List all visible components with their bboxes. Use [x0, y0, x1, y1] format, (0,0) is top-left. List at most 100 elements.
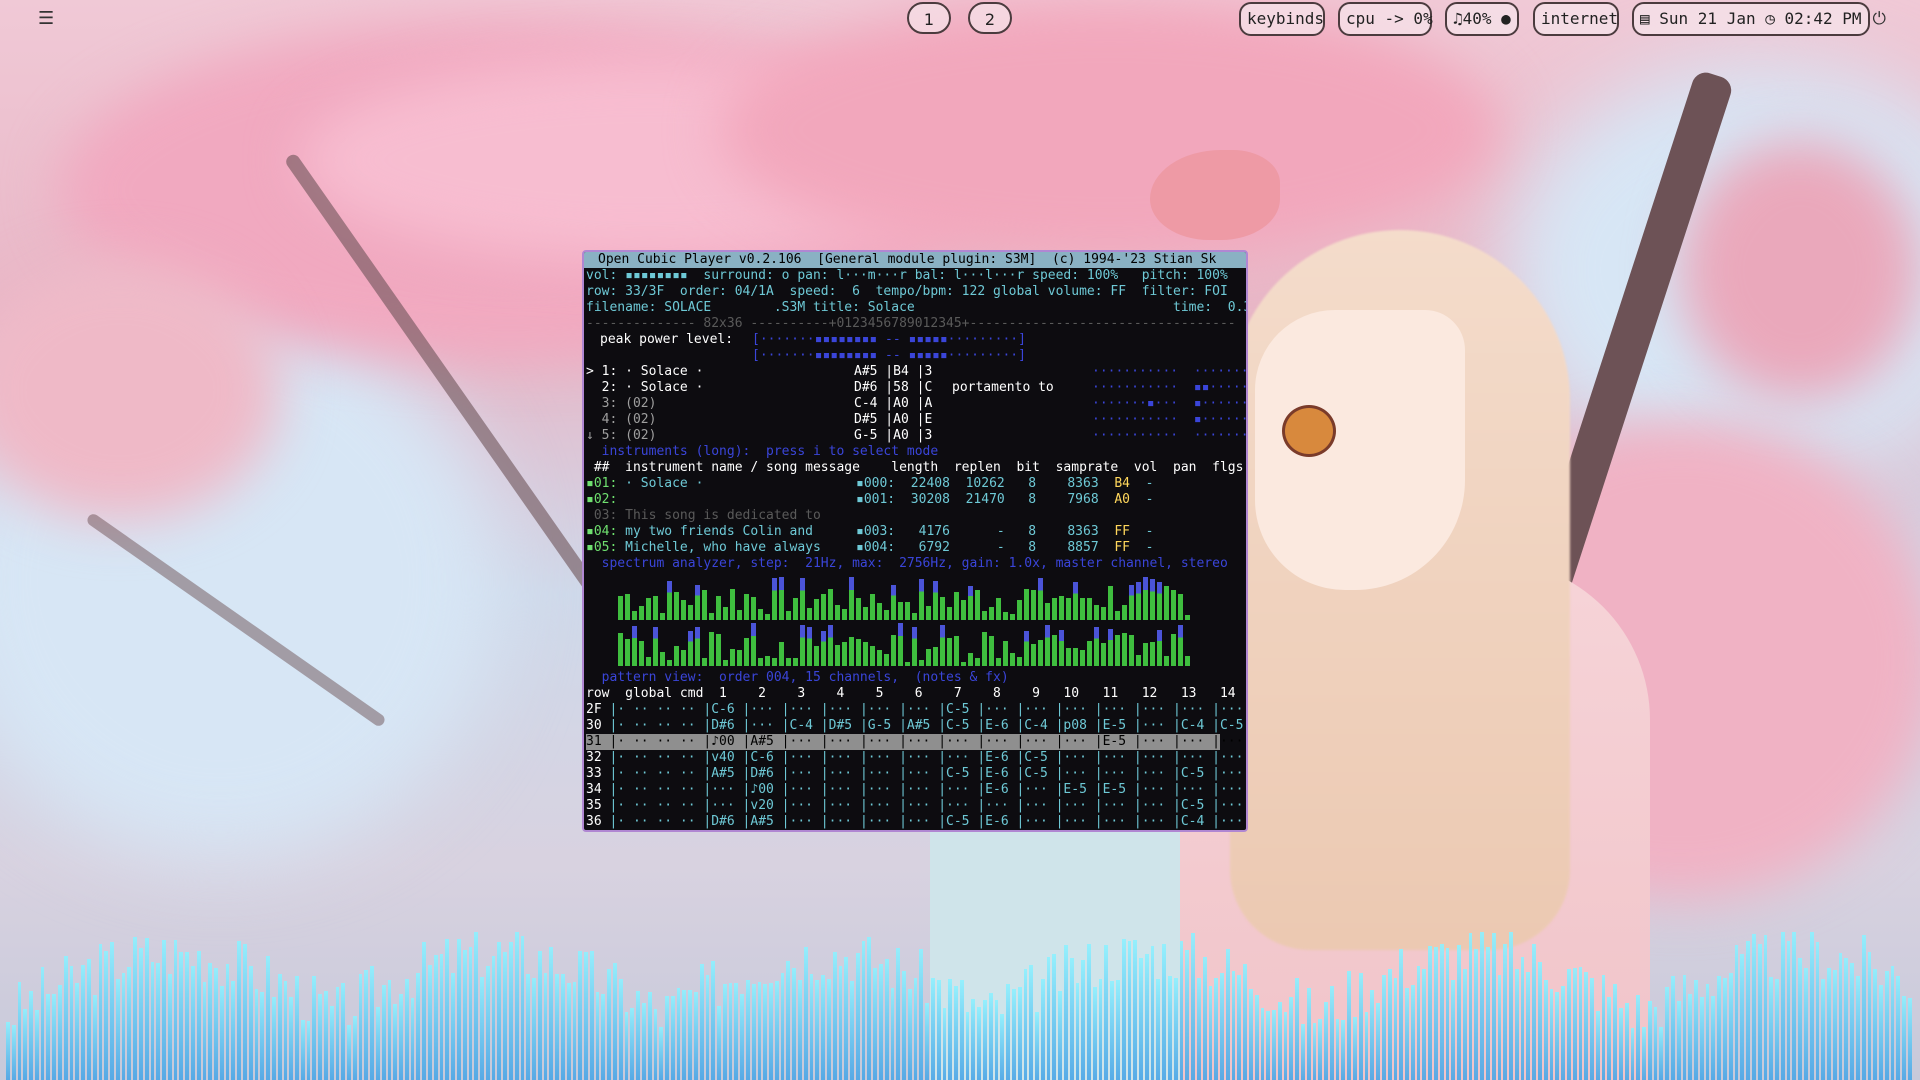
- spectrum-bar: [1150, 642, 1155, 666]
- instrument-row[interactable]: ▪05: Michelle, who have always: [586, 540, 821, 556]
- visualizer-bar: [919, 948, 924, 1080]
- visualizer-bar: [40, 967, 45, 1080]
- spectrum-bar: [1129, 635, 1134, 666]
- visualizer-bar: [994, 999, 999, 1080]
- visualizer-bar: [1601, 974, 1606, 1080]
- pattern-row[interactable]: 32 |· ·· ·· ·· |v40 |C-6 |··· |··· |··· …: [586, 750, 1246, 766]
- spectrum-bar: [1066, 598, 1071, 620]
- visualizer-bar: [1509, 932, 1513, 1080]
- spectrum-bar: [737, 609, 742, 620]
- visualizer-bar: [167, 974, 172, 1080]
- channel-row[interactable]: > 1: · Solace ·: [586, 364, 703, 380]
- spectrum-bar: [926, 606, 931, 620]
- spectrum-bar: [786, 657, 791, 666]
- visualizer-bar: [578, 950, 583, 1080]
- visualizer-bar: [11, 1024, 16, 1080]
- visualizer-bar: [1665, 986, 1669, 1080]
- visualizer-bar: [1260, 1007, 1265, 1080]
- pattern-row[interactable]: 33 |· ·· ·· ·· |A#5 |D#6 |··· |··· |··· …: [586, 766, 1246, 782]
- visualizer-bar: [1844, 958, 1849, 1080]
- visualizer-bar: [1856, 975, 1860, 1080]
- hamburger-menu-icon[interactable]: ☰: [38, 8, 54, 29]
- visualizer-bar: [289, 997, 294, 1080]
- channel-row[interactable]: 2: · Solace ·: [586, 380, 704, 396]
- instrument-row[interactable]: ▪04: my two friends Colin and: [586, 524, 813, 540]
- spectrum-bar: [828, 625, 833, 666]
- visualizer-bar: [1370, 989, 1375, 1080]
- spectrum-bar: [842, 641, 847, 666]
- spectrum-bar: [996, 598, 1001, 620]
- network-indicator[interactable]: internet: [1533, 2, 1619, 36]
- spectrum-bar: [1129, 585, 1134, 620]
- visualizer-bar: [318, 994, 322, 1080]
- visualizer-bar: [1555, 992, 1560, 1080]
- visualizer-bar: [1642, 1026, 1646, 1080]
- spectrum-bar: [1164, 586, 1169, 620]
- spectrum-bar: [1171, 633, 1176, 666]
- visualizer-bar: [1723, 978, 1727, 1080]
- visualizer-bar: [1607, 997, 1612, 1080]
- spectrum-bar: [863, 606, 868, 620]
- visualizer-bar: [1144, 954, 1149, 1080]
- spectrum-bar: [646, 657, 651, 666]
- spectrum-bar: [1087, 598, 1092, 620]
- instrument-row[interactable]: ▪02:: [586, 492, 617, 508]
- visualizer-bar: [347, 1025, 351, 1080]
- spectrum-bar: [898, 601, 903, 620]
- spectrum-bar: [989, 607, 994, 620]
- channel-row[interactable]: 4: (02): [586, 412, 657, 428]
- visualizer-bar: [150, 961, 155, 1080]
- visualizer-bar: [1520, 956, 1525, 1080]
- visualizer-bar: [705, 974, 710, 1080]
- visualizer-bar: [329, 1005, 334, 1080]
- visualizer-bar: [1081, 959, 1086, 1080]
- spectrum-bar: [905, 602, 910, 620]
- visualizer-bar: [1827, 967, 1831, 1080]
- visualizer-bar: [873, 968, 877, 1080]
- visualizer-bar: [722, 983, 727, 1080]
- spectrum-bar: [996, 657, 1001, 666]
- spectrum-bar: [954, 591, 959, 620]
- instrument-row[interactable]: 03: This song is dedicated to: [586, 508, 821, 524]
- visualizer-bar: [1630, 1027, 1635, 1080]
- visualizer-bar: [1156, 978, 1161, 1080]
- instrument-row[interactable]: ▪01: · Solace ·: [586, 476, 703, 492]
- visualizer-bar: [821, 974, 825, 1080]
- pattern-row[interactable]: 30 |· ·· ·· ·· |D#6 |··· |C-4 |D#5 |G-5 …: [586, 718, 1246, 734]
- channel-note: D#6 |58 |C: [854, 380, 933, 395]
- pattern-row[interactable]: 34 |· ·· ·· ·· |··· |♪00 |··· |··· |··· …: [586, 782, 1246, 798]
- visualizer-bar: [520, 936, 525, 1080]
- clock-widget[interactable]: ▤ Sun 21 Jan ◷ 02:42 PM: [1632, 2, 1870, 36]
- keybinds-button[interactable]: keybinds: [1239, 2, 1325, 36]
- spectrum-bar: [653, 626, 658, 666]
- visualizer-bar: [971, 998, 976, 1080]
- visualizer-bar: [456, 939, 461, 1080]
- visualizer-bar: [798, 979, 802, 1080]
- workspace-1-button[interactable]: 1: [907, 2, 951, 34]
- channel-row[interactable]: 3: (02): [586, 396, 657, 412]
- spectrum-bar: [877, 602, 882, 620]
- pattern-row[interactable]: 35 |· ·· ·· ·· |··· |v20 |··· |··· |··· …: [586, 798, 1246, 814]
- volume-indicator[interactable]: ♫40% ●: [1445, 2, 1519, 36]
- visualizer-bar: [1873, 969, 1878, 1080]
- visualizer-bar: [1757, 943, 1762, 1080]
- open-cubic-player-window[interactable]: Open Cubic Player v0.2.106 [General modu…: [582, 250, 1248, 832]
- visualizer-bar: [323, 990, 328, 1080]
- visualizer-bar: [86, 959, 91, 1080]
- spectrum-bar: [793, 598, 798, 620]
- visualizer-bar: [514, 932, 519, 1080]
- channel-vu: ··········· ▪▪······: [1092, 380, 1248, 395]
- channel-row[interactable]: ↓ 5: (02): [586, 428, 656, 444]
- pattern-row[interactable]: 2F |· ·· ·· ·· |C-6 |··· |··· |··· |··· …: [586, 702, 1246, 718]
- visualizer-bar: [1422, 969, 1427, 1080]
- workspace-2-button[interactable]: 2: [968, 2, 1012, 34]
- visualizer-bar: [948, 978, 953, 1080]
- visualizer-bar: [1399, 949, 1404, 1080]
- spectrum-bar: [1178, 593, 1183, 620]
- visualizer-bar: [1127, 940, 1132, 1080]
- pattern-row[interactable]: 36 |· ·· ·· ·· |D#6 |A#5 |··· |··· |··· …: [586, 814, 1246, 830]
- visualizer-bar: [734, 983, 739, 1080]
- power-icon[interactable]: ⏻: [1873, 9, 1886, 29]
- pattern-row-current[interactable]: 31 |· ·· ·· ·· |♪00 |A#5 |··· |··· |··· …: [586, 734, 1243, 750]
- cpu-indicator[interactable]: cpu -> 0%: [1338, 2, 1433, 36]
